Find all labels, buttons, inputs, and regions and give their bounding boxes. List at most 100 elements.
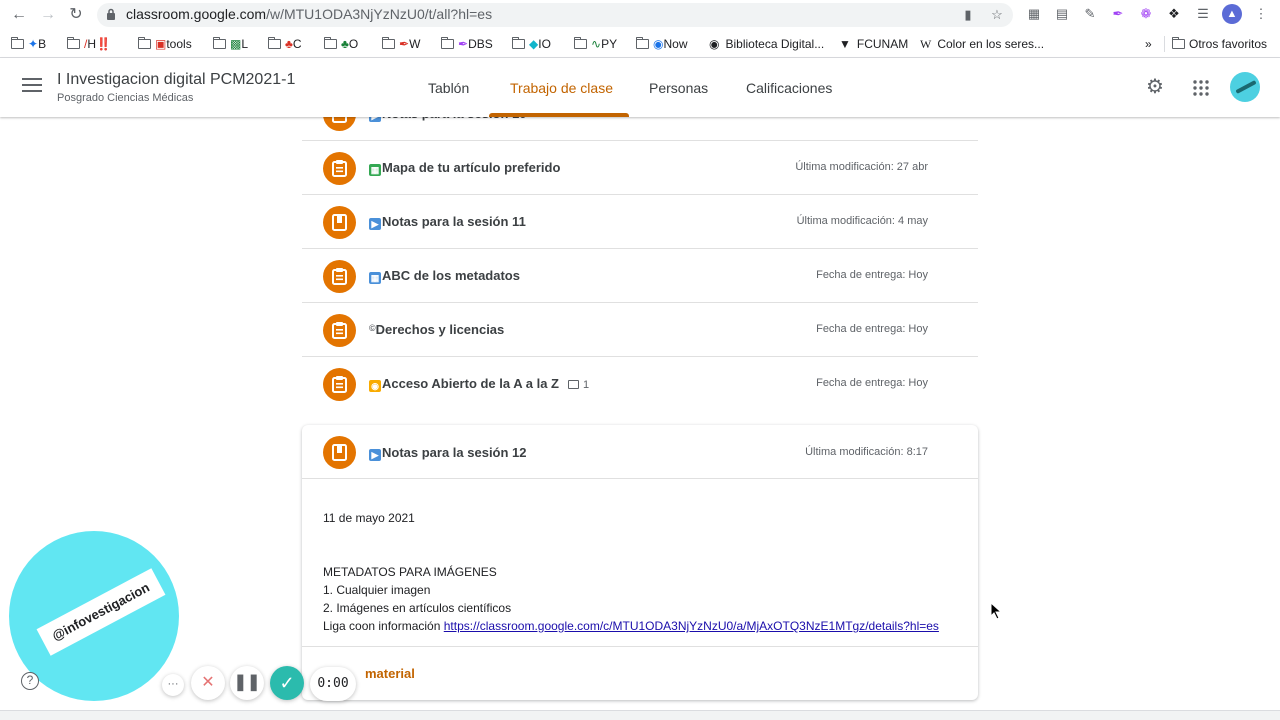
- folder-icon: [511, 36, 525, 49]
- tab-people[interactable]: Personas: [649, 80, 708, 96]
- extension-translate-icon[interactable]: ▦: [1025, 5, 1043, 23]
- item-title-text: Derechos y licencias: [375, 322, 505, 337]
- help-icon[interactable]: ?: [21, 672, 39, 690]
- item-title-text: Mapa de tu artículo preferido: [382, 160, 561, 175]
- camera-icon[interactable]: ▮: [959, 6, 977, 24]
- comment-count: 1: [583, 379, 590, 391]
- bookmark-w[interactable]: ✒W: [381, 36, 421, 52]
- back-arrow-icon[interactable]: ←: [9, 5, 29, 25]
- list-item[interactable]: ▶ Notas para la sesión 11 Última modifica…: [302, 195, 978, 249]
- copyright-icon: ©: [369, 323, 376, 333]
- reading-list-icon[interactable]: ☰: [1194, 5, 1212, 23]
- bookmark-label: DBS: [468, 37, 493, 51]
- more-options-icon[interactable]: ···: [162, 674, 184, 696]
- view-material-button[interactable]: material: [365, 666, 415, 681]
- url-path: /w/MTU1ODA3NjYzNzU0/t/all?hl=es: [266, 6, 493, 22]
- bookmark-l[interactable]: ▩L: [212, 36, 249, 52]
- bookmark-o[interactable]: ♣O: [323, 36, 359, 52]
- material-link[interactable]: https://classroom.google.com/c/MTU1ODA3N…: [444, 619, 939, 633]
- bookmark-c[interactable]: ♣C: [267, 36, 302, 52]
- tab-grades[interactable]: Calificaciones: [746, 80, 832, 96]
- bookmark-label: W: [409, 37, 421, 51]
- star-icon[interactable]: ☆: [988, 6, 1006, 24]
- item-meta: Última modificación: 27 abr: [795, 161, 928, 173]
- abc-icon: ▦: [369, 272, 381, 284]
- folder-icon: [323, 36, 337, 49]
- bookmark-dbs[interactable]: ✒DBS: [440, 36, 493, 52]
- card-header[interactable]: ▶ Notas para la sesión 12 Última modifica…: [302, 425, 978, 479]
- folder-icon: [212, 36, 226, 49]
- extension-eyedropper-icon[interactable]: ✎: [1081, 5, 1099, 23]
- robot-icon: ◆: [529, 37, 539, 51]
- globe-icon: ◉: [709, 37, 720, 51]
- extension-document-icon[interactable]: ▤: [1053, 5, 1071, 23]
- item-meta: Fecha de entrega: Hoy: [816, 269, 928, 281]
- bookmark-h[interactable]: /H‼️: [66, 36, 111, 52]
- address-bar[interactable]: classroom.google.com/w/MTU1ODA3NjYzNzU0/…: [97, 3, 1013, 27]
- reload-icon[interactable]: ↻: [66, 5, 86, 25]
- sticker-handle: @infovestigacion: [36, 568, 166, 656]
- pause-icon[interactable]: ❚❚: [230, 666, 264, 700]
- folder-icon: [1171, 36, 1185, 49]
- folder-icon: [440, 36, 454, 49]
- item-title-text: Acceso Abierto de la A a la Z: [382, 376, 559, 391]
- card-title: ▶ Notas para la sesión 12: [369, 445, 527, 461]
- play-icon: ▶: [369, 449, 381, 461]
- bookmark-label: C: [292, 37, 302, 51]
- forward-arrow-icon[interactable]: →: [38, 5, 58, 25]
- bookmark-py[interactable]: ∿PY: [573, 36, 618, 52]
- account-avatar[interactable]: [1230, 72, 1260, 102]
- bookmark-label: L: [241, 37, 249, 51]
- globe-icon: ◉: [653, 37, 664, 51]
- book-icon: ▩: [230, 37, 242, 51]
- bookmark-color[interactable]: W Color en los seres...: [920, 36, 1044, 52]
- extension-flower-icon[interactable]: ❁: [1137, 5, 1155, 23]
- folder-icon: [267, 36, 281, 49]
- apps-grid-icon[interactable]: [1193, 80, 1209, 96]
- bookmark-label: tools: [166, 37, 192, 51]
- tab-classwork[interactable]: Trabajo de clase: [510, 80, 613, 96]
- extensions-puzzle-icon[interactable]: ❖: [1165, 5, 1183, 23]
- list-item[interactable]: ▦ ABC de los metadatos Fecha de entrega: …: [302, 249, 978, 303]
- bookmark-other-favorites[interactable]: Otros favoritos: [1171, 36, 1267, 52]
- tab-stream[interactable]: Tablón: [428, 80, 469, 96]
- plant-icon: ♣: [285, 37, 293, 51]
- bookmark-label: FCUNAM: [856, 37, 909, 51]
- url-text: classroom.google.com/w/MTU1ODA3NjYzNzU0/…: [126, 6, 492, 22]
- bookmarks-overflow[interactable]: »: [1145, 36, 1152, 52]
- avatar[interactable]: ▲: [1222, 4, 1242, 24]
- list-item[interactable]: ©Derechos y licencias Fecha de entrega: …: [302, 303, 978, 357]
- bookmark-label: PY: [601, 37, 618, 51]
- bookmark-label: Color en los seres...: [937, 37, 1045, 51]
- list-item[interactable]: ▦ Mapa de tu artículo preferido Última mo…: [302, 141, 978, 195]
- bookmark-fcunam[interactable]: ▼ FCUNAM: [839, 36, 908, 52]
- kebab-menu-icon[interactable]: ⋮: [1252, 5, 1270, 23]
- bookmark-io[interactable]: ◆IO: [511, 36, 551, 52]
- lock-icon: [107, 8, 115, 20]
- class-subtitle: Posgrado Ciencias Médicas: [57, 92, 194, 104]
- bottom-strip: [0, 710, 1280, 720]
- bookmark-label: IO: [538, 37, 551, 51]
- class-title[interactable]: I Investigacion digital PCM2021-1: [57, 71, 295, 89]
- toolbox-icon: ▣: [155, 37, 167, 51]
- extension-pen-icon[interactable]: ✒: [1109, 5, 1127, 23]
- item-meta: Fecha de entrega: Hoy: [816, 323, 928, 335]
- bookmark-b[interactable]: ✦B: [10, 36, 46, 52]
- cancel-recording-icon[interactable]: ✕: [191, 666, 225, 700]
- bookmark-label: O: [348, 37, 359, 51]
- item-meta: Última modificación: 4 may: [796, 215, 928, 227]
- card-description: 11 de mayo 2021 METADATOS PARA IMÁGENES …: [323, 509, 939, 635]
- main-menu-icon[interactable]: [22, 78, 42, 96]
- settings-gear-icon[interactable]: ⚙: [1144, 76, 1166, 98]
- card-title-text: Notas para la sesión 12: [382, 445, 527, 460]
- browser-toolbar: ← → ↻ classroom.google.com/w/MTU1ODA3NjY…: [0, 0, 1280, 30]
- item-title: ◉ Acceso Abierto de la A a la Z 1: [369, 376, 589, 392]
- finish-recording-icon[interactable]: ✓: [270, 666, 304, 700]
- bookmark-now[interactable]: ◉Now: [635, 36, 688, 52]
- list-item[interactable]: ◉ Acceso Abierto de la A a la Z 1 Fecha de…: [302, 357, 978, 411]
- bookmark-tools[interactable]: ▣tools: [137, 36, 192, 52]
- bookmark-label: Biblioteca Digital...: [725, 37, 825, 51]
- bookmark-biblioteca[interactable]: ◉ Biblioteca Digital...: [709, 36, 824, 52]
- folder-icon: [381, 36, 395, 49]
- description-link-line: Liga coon información https://classroom.…: [323, 617, 939, 635]
